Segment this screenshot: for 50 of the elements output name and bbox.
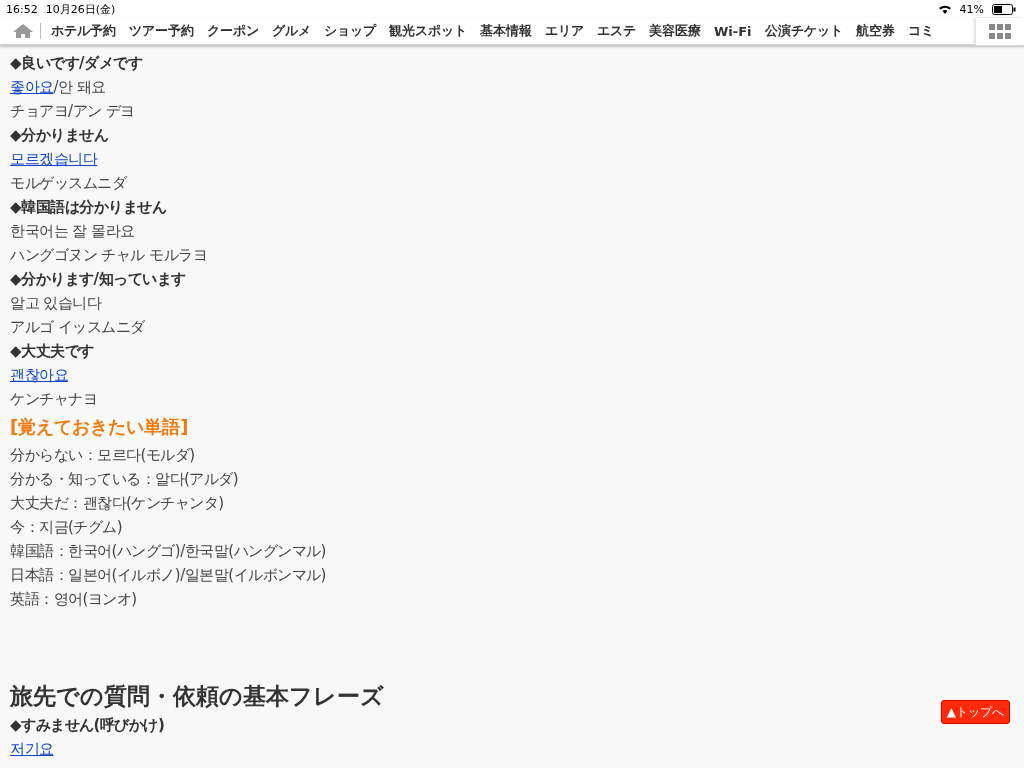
text-line: 今：지금(チグム) (10, 517, 123, 538)
text-line: 分かる・知っている：알다(アルダ) (10, 469, 239, 490)
phrase-heading: ◆韓国語は分かりません (10, 197, 167, 218)
nav-link[interactable]: 美容医療 (649, 22, 701, 40)
section-heading: 旅先での質問・依頼の基本フレーズ (10, 682, 384, 711)
nav-link[interactable]: ホテル予約 (51, 22, 116, 40)
text-line: アルゴ イッスムニダ (10, 317, 145, 338)
phrase-heading: ◆すみません(呼びかけ) (10, 715, 165, 736)
text-line: ケンチャナヨ (10, 389, 97, 410)
text-line: チョアヨ/アン デヨ (10, 101, 135, 122)
text-line: 英語：영어(ヨンオ) (10, 589, 137, 610)
nav-link[interactable]: エリア (545, 22, 584, 40)
korean-link[interactable]: 괜찮아요 (10, 366, 68, 384)
back-to-top-button[interactable]: ▲トップへ (940, 700, 1010, 724)
nav-link[interactable]: 基本情報 (480, 22, 532, 40)
nav-link[interactable]: Wi-Fi (714, 23, 752, 39)
text-line: 大丈夫だ：괜찮다(ケンチャンタ) (10, 493, 224, 514)
phrase-heading: ◆大丈夫です (10, 341, 94, 362)
korean-link[interactable]: 모르겠습니다 (10, 150, 97, 168)
text-line: 日本語：일본어(イルボノ)/일본말(イルボンマル) (10, 565, 326, 586)
menu-button[interactable] (976, 18, 1024, 45)
battery-percent: 41% (959, 2, 984, 16)
nav-link[interactable]: クーポン (207, 22, 259, 40)
text-line: 分からない：모르다(モルダ) (10, 445, 195, 466)
nav-link[interactable]: コミ (907, 22, 934, 40)
text-line: ハングゴヌン チャル モルラヨ (10, 245, 208, 266)
status-time: 16:52 (6, 2, 38, 16)
nav-link[interactable]: ショップ (324, 22, 376, 40)
text-line: 한국어는 잘 몰라요 (10, 221, 135, 242)
phrase-heading: ◆良いです/ダメです (10, 53, 142, 74)
nav-link[interactable]: 観光スポット (389, 22, 467, 40)
korean-link[interactable]: 저기요 (10, 740, 54, 758)
wifi-icon (937, 3, 952, 15)
status-date: 10月26日(金) (45, 1, 116, 17)
phrase-heading: ◆分かりません (10, 125, 109, 146)
section-subtitle: [覚えておきたい単語] (10, 415, 189, 439)
text-line: モルゲッスムニダ (10, 173, 126, 194)
nav-link[interactable]: 公演チケット (764, 22, 843, 40)
phrase-heading: ◆分かります/知っています (10, 269, 186, 290)
nav-link[interactable]: エステ (597, 22, 636, 40)
text-line: 알고 있습니다 (10, 293, 102, 314)
nav-link[interactable]: 航空券 (855, 22, 895, 40)
nav-link[interactable]: グルメ (272, 22, 311, 40)
korean-link[interactable]: 좋아요 (10, 78, 54, 96)
nav-link[interactable]: ツアー予約 (129, 22, 194, 40)
text-line: 韓国語：한국어(ハングゴ)/한국말(ハングンマル) (10, 541, 326, 562)
home-icon[interactable] (12, 23, 34, 39)
text-line: /안 돼요 (53, 78, 106, 96)
battery-icon (992, 3, 1016, 15)
grid-icon (989, 23, 1011, 40)
